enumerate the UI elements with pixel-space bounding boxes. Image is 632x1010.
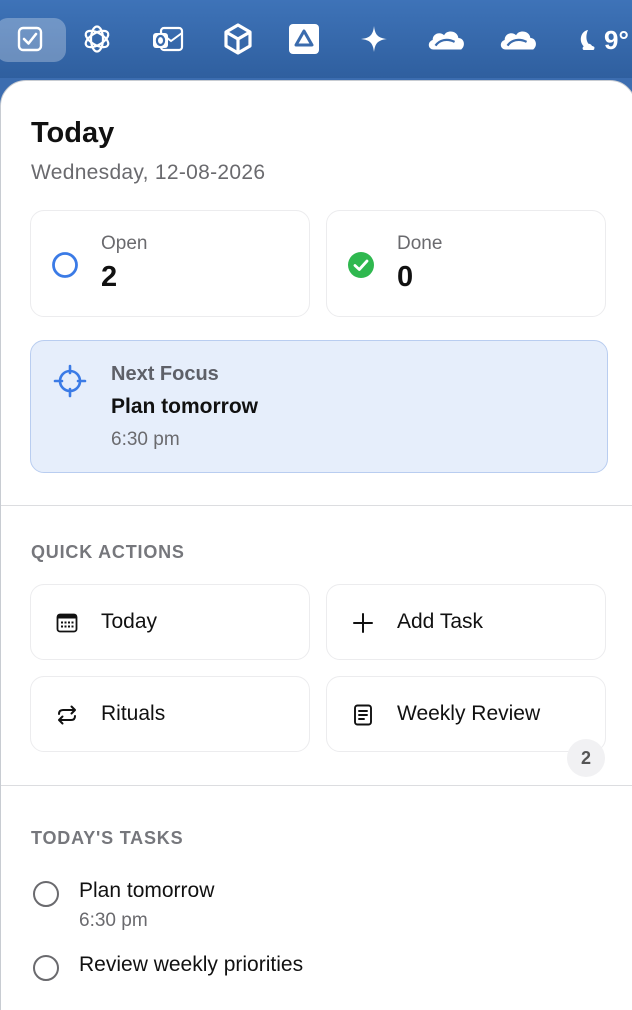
task-title[interactable]: Review weekly priorities xyxy=(79,953,303,977)
next-focus-card[interactable]: Next Focus Plan tomorrow 6:30 pm xyxy=(30,340,608,473)
done-label: Done xyxy=(397,233,443,254)
outlook-icon[interactable] xyxy=(148,19,188,59)
next-focus-label: Next Focus xyxy=(111,363,219,385)
section-divider xyxy=(1,505,632,506)
weather-widget[interactable]: 9° xyxy=(574,20,629,60)
rituals-button[interactable]: Rituals xyxy=(30,676,310,752)
open-label: Open xyxy=(101,233,148,254)
unity-icon[interactable] xyxy=(218,19,258,59)
task-time: 6:30 pm xyxy=(79,910,148,931)
repeat-icon xyxy=(58,705,76,725)
task-checkbox[interactable] xyxy=(33,881,59,907)
add-task-button[interactable]: Add Task xyxy=(326,584,606,660)
add-task-label: Add Task xyxy=(397,610,483,633)
document-icon xyxy=(354,704,372,726)
done-count: 0 xyxy=(397,261,414,293)
current-date: Wednesday, 12-08-2026 xyxy=(31,161,266,184)
drive-icon[interactable] xyxy=(284,19,324,59)
todays-tasks-heading: TODAY'S TASKS xyxy=(31,828,184,848)
calendar-icon xyxy=(56,613,78,633)
done-check-icon xyxy=(348,252,374,278)
done-count-card[interactable]: Done 0 xyxy=(326,210,606,317)
next-focus-time: 6:30 pm xyxy=(111,429,180,450)
sparkle-icon[interactable] xyxy=(354,19,394,59)
section-divider xyxy=(1,785,632,786)
weekly-review-label: Weekly Review xyxy=(397,702,541,725)
target-icon xyxy=(53,364,87,398)
today-action-button[interactable]: Today xyxy=(30,584,310,660)
weather-temperature: 9° xyxy=(604,24,629,55)
menu-bar: 9° xyxy=(0,0,632,78)
checkbox-app-icon[interactable] xyxy=(10,19,50,59)
task-count-badge: 2 xyxy=(567,739,605,777)
rituals-label: Rituals xyxy=(101,702,166,725)
quick-actions-heading: QUICK ACTIONS xyxy=(31,542,185,562)
today-popover: Today Wednesday, 12-08-2026 Open 2 Done … xyxy=(0,80,632,1010)
open-count: 2 xyxy=(101,261,118,293)
moon-cloud-icon xyxy=(580,30,595,50)
chatgpt-icon[interactable] xyxy=(77,19,117,59)
today-action-label: Today xyxy=(101,610,158,633)
cloud-icon[interactable] xyxy=(498,19,538,59)
open-circle-icon xyxy=(52,252,78,278)
task-checkbox[interactable] xyxy=(33,955,59,981)
weekly-review-button[interactable]: Weekly Review xyxy=(326,676,606,752)
next-focus-title: Plan tomorrow xyxy=(111,395,259,418)
plus-icon xyxy=(353,613,373,633)
page-title: Today xyxy=(31,117,115,149)
open-count-card[interactable]: Open 2 xyxy=(30,210,310,317)
task-title[interactable]: Plan tomorrow xyxy=(79,879,214,903)
cloud-icon[interactable] xyxy=(426,19,466,59)
